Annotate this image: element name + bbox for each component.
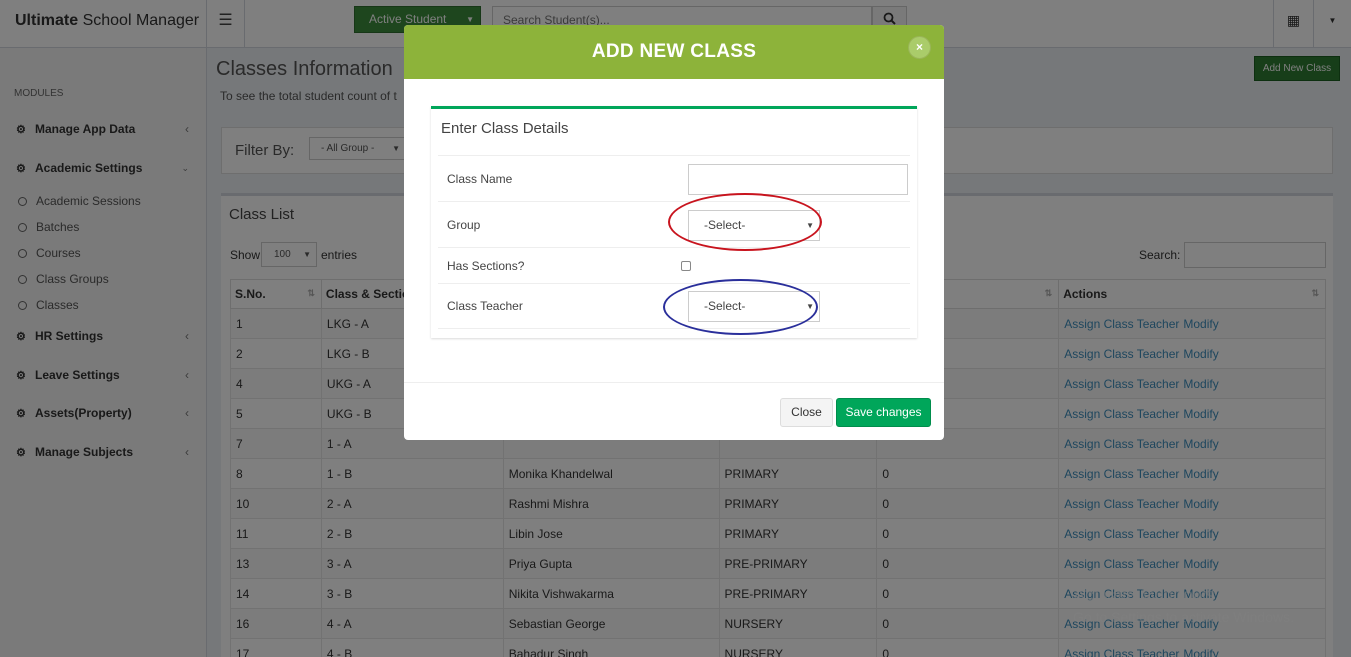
group-label: Group bbox=[447, 218, 481, 232]
add-new-class-modal: ADD NEW CLASS × Enter Class Details Clas… bbox=[404, 25, 944, 440]
close-button[interactable]: Close bbox=[780, 398, 833, 427]
class-name-input[interactable] bbox=[688, 164, 908, 195]
has-sections-label: Has Sections? bbox=[447, 259, 525, 273]
class-teacher-label: Class Teacher bbox=[447, 299, 523, 313]
modal-footer: Close Save changes bbox=[404, 382, 944, 440]
save-changes-button[interactable]: Save changes bbox=[836, 398, 931, 427]
close-icon[interactable]: × bbox=[908, 36, 931, 59]
blue-highlight-ellipse bbox=[663, 279, 818, 335]
has-sections-checkbox[interactable] bbox=[681, 261, 691, 271]
red-highlight-ellipse bbox=[668, 193, 822, 251]
modal-title: ADD NEW CLASS bbox=[404, 25, 944, 79]
class-name-label: Class Name bbox=[447, 172, 513, 186]
class-name-row: Class Name bbox=[438, 155, 910, 201]
has-sections-row: Has Sections? bbox=[438, 247, 910, 283]
card-title: Enter Class Details bbox=[441, 120, 569, 137]
